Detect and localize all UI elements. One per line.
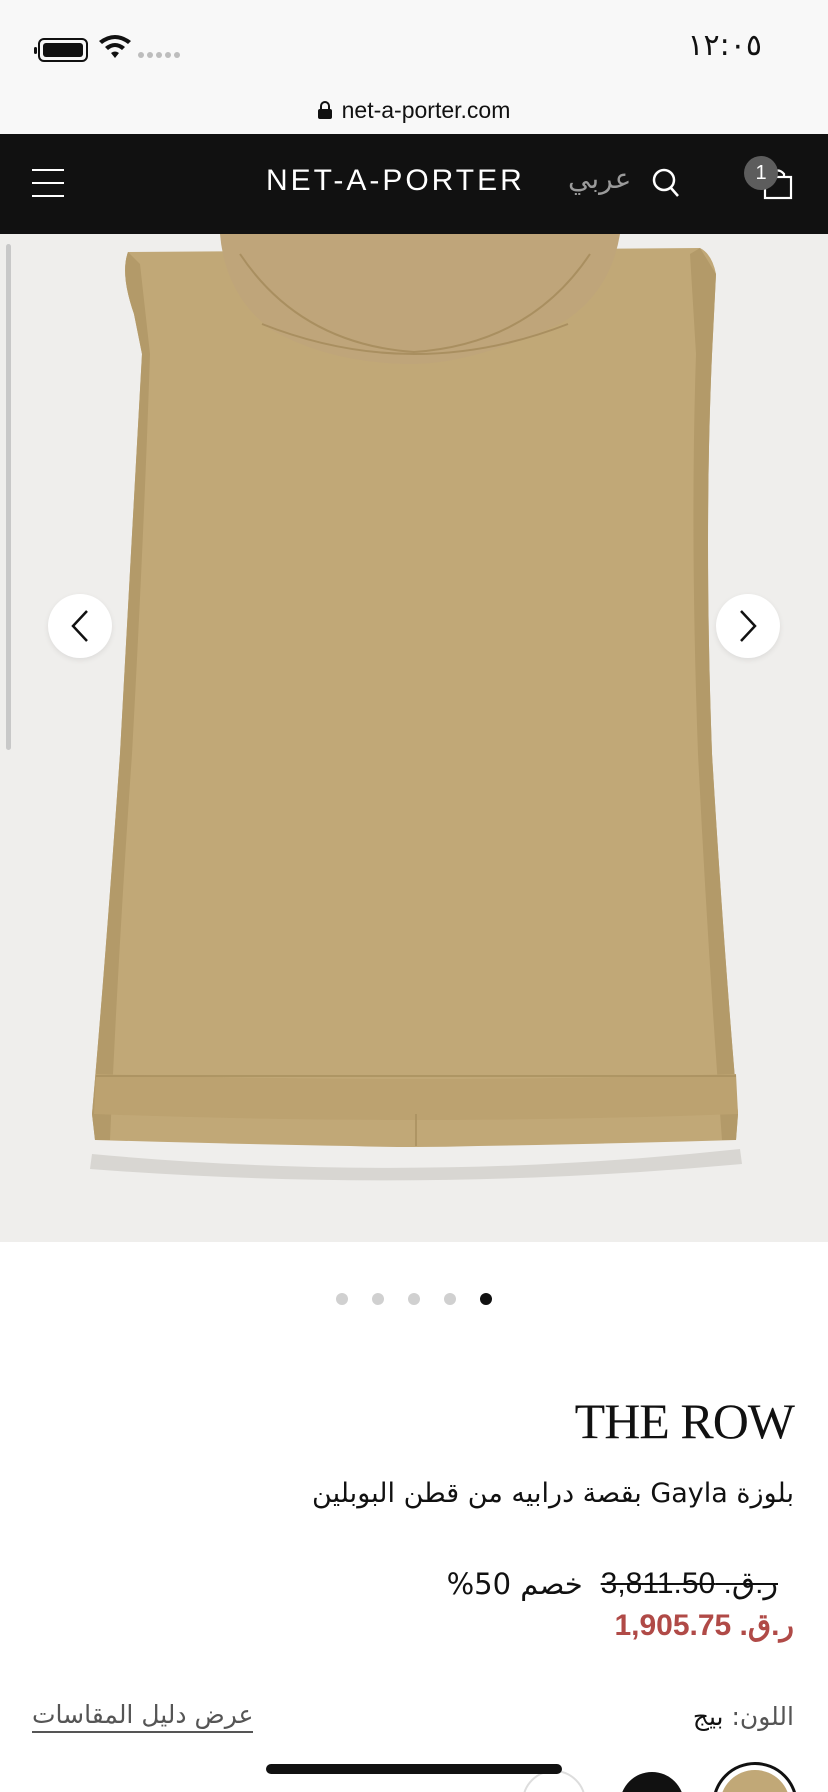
sale-price: ر.ق. 1,905.75: [614, 1609, 794, 1642]
site-header: NET-A-PORTER عربي 1: [0, 134, 828, 234]
pagination-dot[interactable]: [444, 1293, 456, 1305]
search-icon[interactable]: [652, 168, 680, 198]
previous-image-button[interactable]: [48, 594, 112, 658]
hamburger-menu-icon[interactable]: [32, 169, 64, 197]
chevron-right-icon: [740, 610, 757, 642]
url-text: net-a-porter.com: [341, 96, 511, 123]
color-label-key: اللون:: [731, 1702, 794, 1731]
price-row: ر.ق. 3,811.50 خصم 50%: [447, 1566, 778, 1601]
product-brand[interactable]: THE ROW: [575, 1392, 795, 1450]
status-bar: ١٢:٠٥: [0, 0, 828, 86]
wifi-icon: [99, 35, 131, 58]
home-indicator[interactable]: [266, 1764, 562, 1774]
pagination-dot[interactable]: [408, 1293, 420, 1305]
color-value: بيج: [692, 1702, 724, 1731]
original-price: ر.ق. 3,811.50: [600, 1567, 778, 1600]
battery-icon: [34, 38, 88, 62]
gallery-pagination: [0, 1293, 828, 1305]
product-name: بلوزة Gayla بقصة درابيه من قطن البوبلين: [312, 1478, 794, 1509]
site-logo[interactable]: NET-A-PORTER: [266, 164, 525, 198]
signal-icon: [138, 52, 180, 58]
next-image-button[interactable]: [716, 594, 780, 658]
pagination-dot-active[interactable]: [480, 1293, 492, 1305]
address-bar[interactable]: net-a-porter.com: [0, 86, 828, 134]
status-time: ١٢:٠٥: [687, 28, 762, 63]
language-toggle[interactable]: عربي: [568, 162, 631, 195]
pagination-dot[interactable]: [336, 1293, 348, 1305]
gallery-scroll-indicator: [6, 244, 11, 750]
chevron-left-icon: [71, 610, 88, 642]
product-image: [90, 234, 742, 1181]
color-swatch-black[interactable]: [620, 1772, 684, 1792]
lock-icon: [317, 101, 332, 119]
size-guide-link[interactable]: عرض دليل المقاسات: [32, 1700, 254, 1733]
color-label: اللون: بيج: [693, 1702, 794, 1731]
cart-count-badge[interactable]: 1: [744, 156, 778, 190]
discount-label: خصم 50%: [446, 1566, 583, 1601]
product-gallery[interactable]: [0, 234, 828, 1242]
pagination-dot[interactable]: [372, 1293, 384, 1305]
